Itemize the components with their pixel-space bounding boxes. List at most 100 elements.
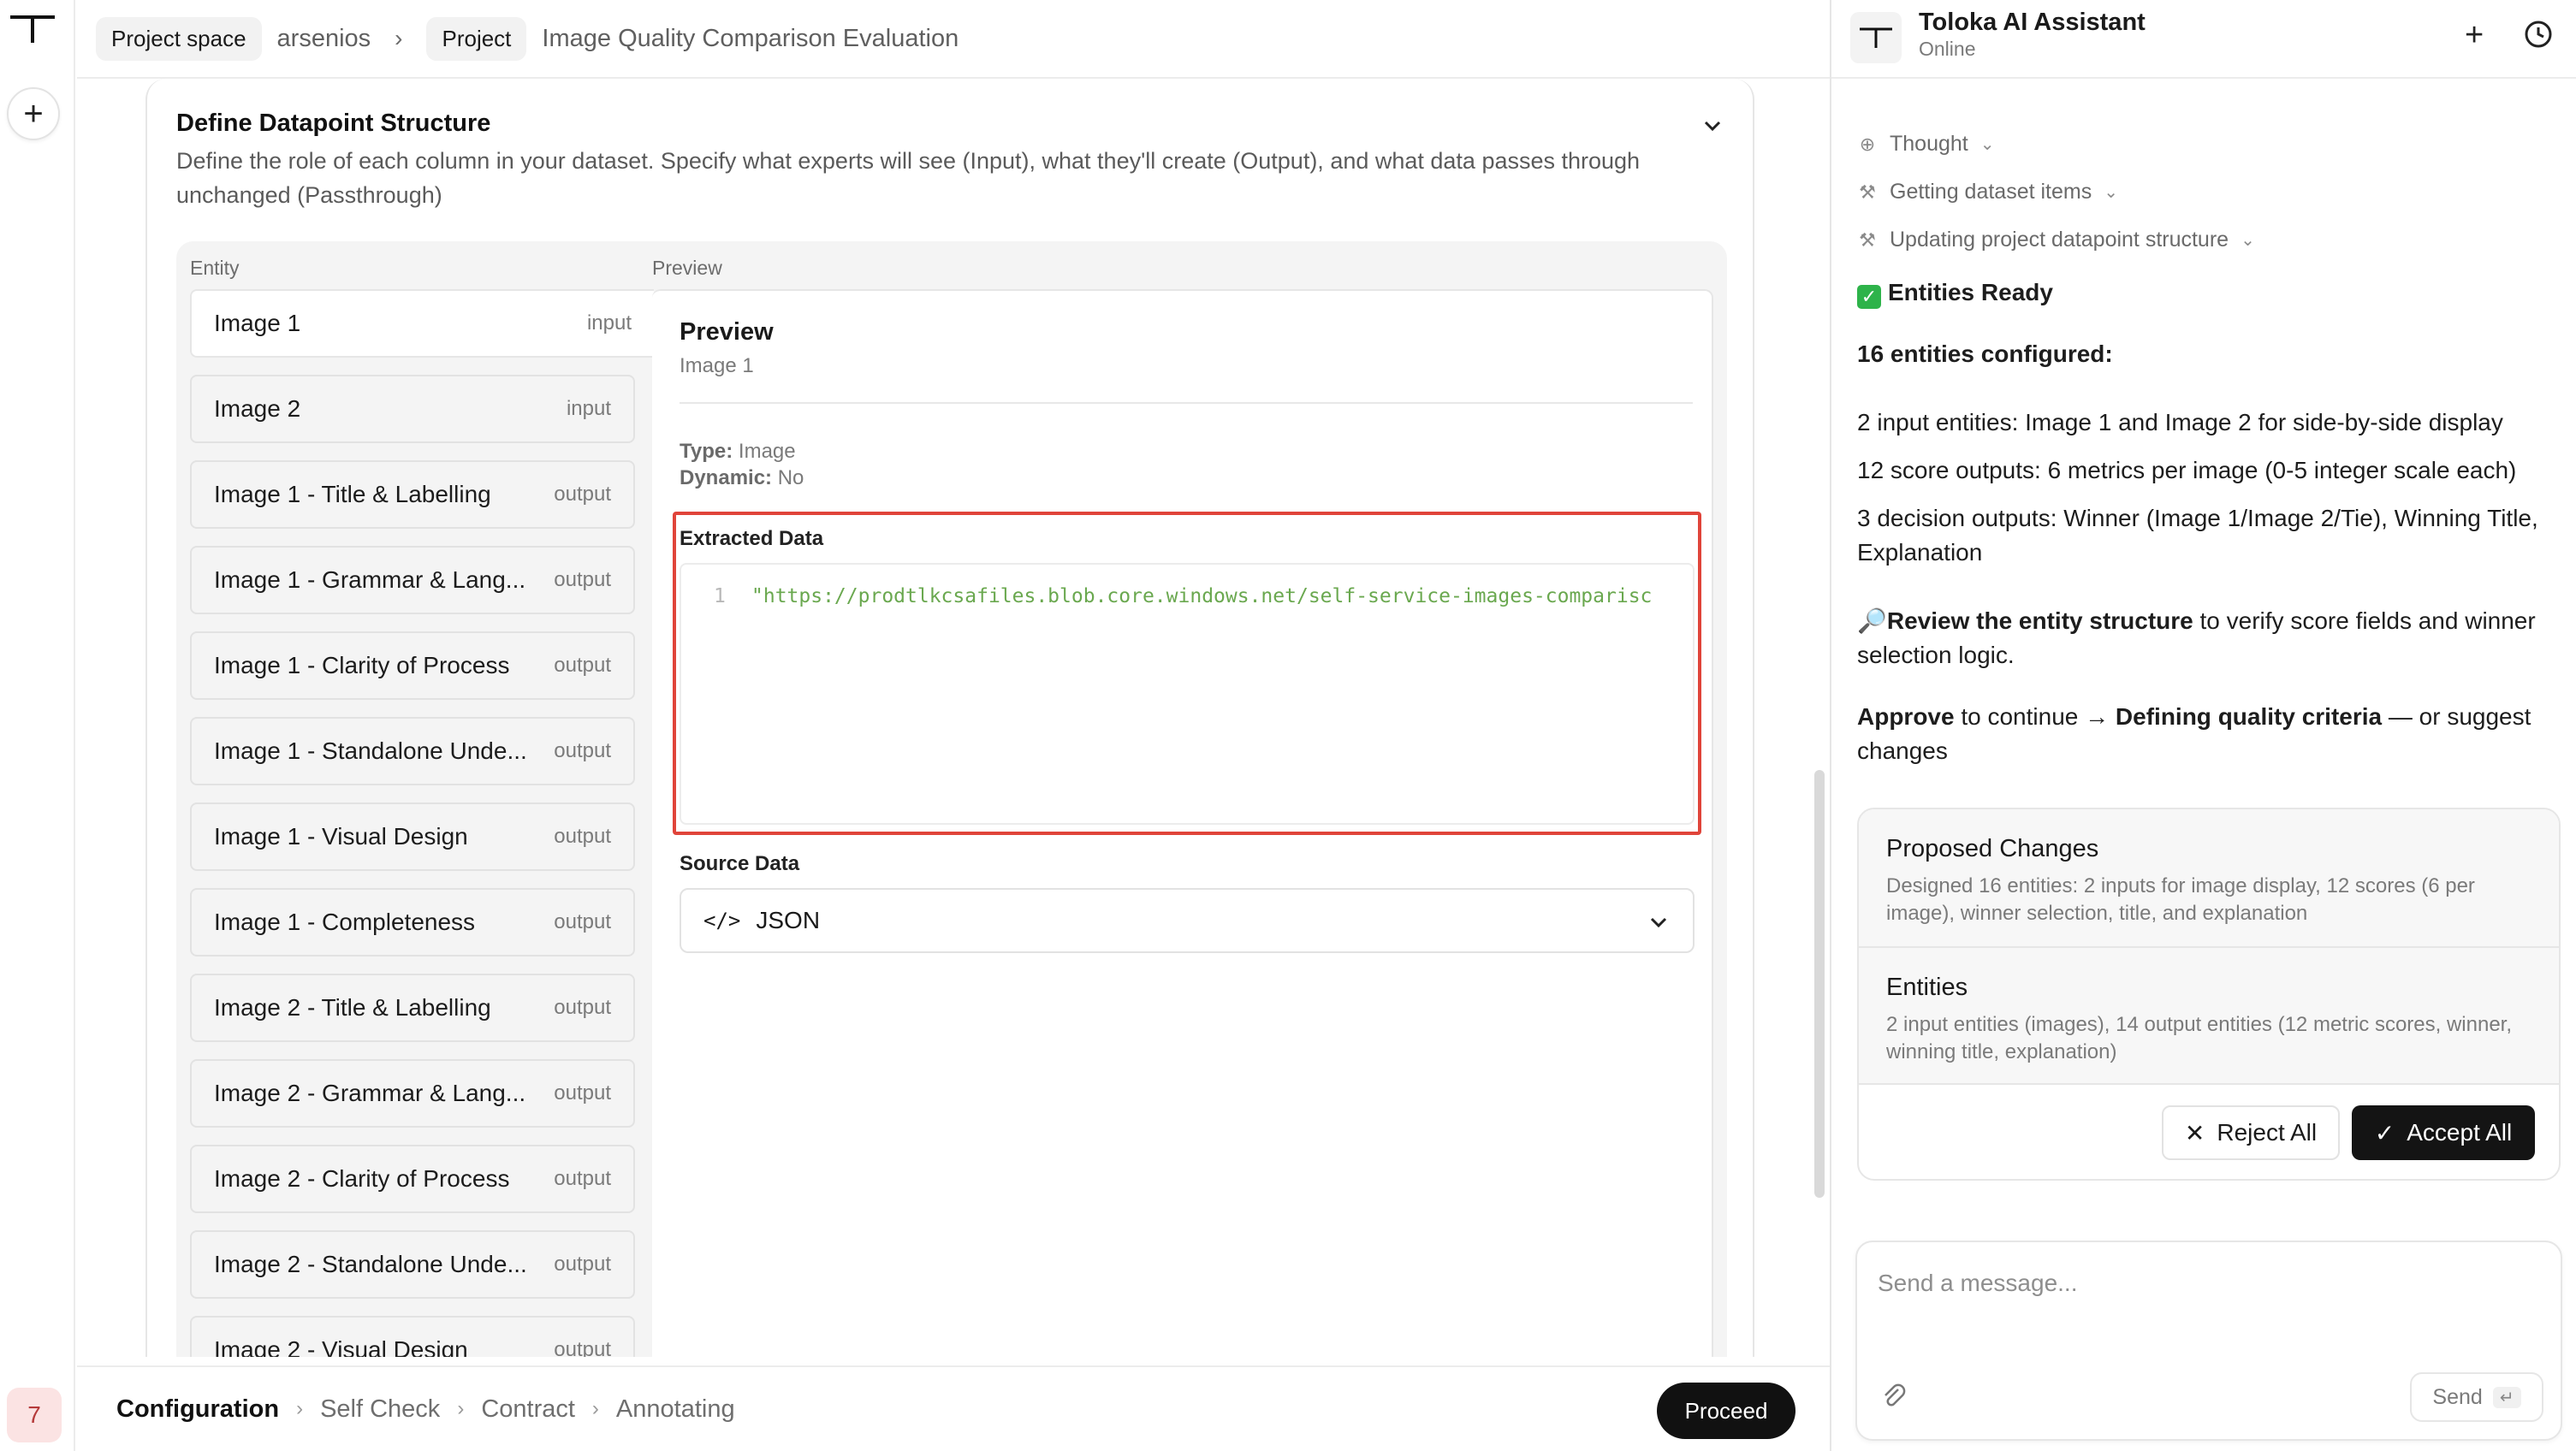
main-content: Define Datapoint Structure Define the ro… — [77, 79, 1830, 1357]
close-icon: ✕ — [2184, 1119, 2205, 1146]
entity-name: Image 1 - Grammar & Lang... — [214, 566, 526, 593]
entities-ready-heading: ✓ Entities Ready — [1857, 275, 2559, 310]
entity-meta: Type: Image Dynamic: No — [680, 440, 804, 489]
entity-role: output — [554, 739, 611, 762]
entities-section: Entities 2 input entities (images), 14 o… — [1859, 948, 2559, 1085]
enter-key-icon: ↵ — [2492, 1386, 2521, 1408]
new-project-button[interactable]: + — [7, 87, 60, 140]
entity-role: output — [554, 654, 611, 677]
chevron-down-icon: ⌄ — [2241, 231, 2255, 250]
entity-name: Image 2 - Clarity of Process — [214, 1165, 510, 1192]
code-value: "https://prodtlkcsafiles.blob.core.windo… — [751, 585, 1653, 607]
source-data-select[interactable]: </> JSON — [680, 888, 1695, 953]
entity-role: output — [554, 825, 611, 848]
left-rail: + 7 — [0, 0, 75, 1451]
step-configuration[interactable]: Configuration — [116, 1395, 279, 1424]
entity-role: output — [554, 1253, 611, 1276]
entity-name: Image 2 - Standalone Unde... — [214, 1251, 527, 1277]
entity-role: output — [554, 1338, 611, 1357]
entity-name: Image 2 - Grammar & Lang... — [214, 1080, 526, 1106]
reject-all-button[interactable]: ✕ Reject All — [2162, 1105, 2340, 1160]
user-avatar[interactable]: 7 — [7, 1388, 62, 1442]
step-annotating[interactable]: Annotating — [616, 1395, 735, 1424]
entity-name: Image 1 - Completeness — [214, 909, 476, 935]
breadcrumb: Project space arsenios › Project Image Q… — [77, 0, 1830, 79]
extracted-data-code[interactable]: 1 "https://prodtlkcsafiles.blob.core.win… — [680, 563, 1695, 825]
code-icon: </> — [703, 909, 741, 933]
entities-section-body: 2 input entities (images), 14 output ent… — [1886, 1013, 2513, 1063]
new-chat-plus-icon[interactable]: + — [2465, 17, 2484, 54]
assistant-logo-icon — [1850, 12, 1902, 63]
step-contract[interactable]: Contract — [481, 1395, 575, 1424]
entity-row[interactable]: Image 1 - Grammar & Lang... output — [190, 546, 635, 614]
history-clock-icon[interactable] — [2523, 19, 2554, 50]
preview-column-header: Preview — [652, 257, 722, 279]
breadcrumb-project-space[interactable]: Project space — [96, 16, 262, 61]
extracted-data-label: Extracted Data — [680, 527, 824, 550]
entity-name: Image 1 — [214, 310, 301, 336]
magnifier-icon: 🔎 — [1857, 607, 1887, 634]
send-button[interactable]: Send ↵ — [2410, 1372, 2543, 1422]
entity-row[interactable]: Image 1 input — [190, 289, 654, 358]
entity-row[interactable]: Image 2 input — [190, 375, 635, 443]
entity-name: Image 2 - Title & Labelling — [214, 994, 491, 1021]
card-description: Define the role of each column in your d… — [176, 148, 1641, 208]
message-input[interactable]: Send a message... — [1878, 1270, 2077, 1297]
type-value: Image — [738, 440, 796, 463]
proceed-button[interactable]: Proceed — [1657, 1383, 1795, 1439]
entity-row[interactable]: Image 1 - Standalone Unde... output — [190, 717, 635, 785]
code-line-number: 1 — [714, 585, 726, 607]
tool-step-thought[interactable]: ⊕ Thought ⌄ — [1857, 132, 1995, 157]
entity-row[interactable]: Image 2 - Grammar & Lang... output — [190, 1059, 635, 1128]
entity-row[interactable]: Image 2 - Visual Design output — [190, 1316, 635, 1357]
project-name: Image Quality Comparison Evaluation — [542, 24, 959, 52]
tool-step-dataset[interactable]: ⚒ Getting dataset items ⌄ — [1857, 180, 2118, 204]
assistant-panel: Toloka AI Assistant Online + ⊕ Thought ⌄… — [1830, 0, 2576, 1451]
entity-role: output — [554, 1081, 611, 1105]
divider — [680, 402, 1693, 404]
message-line-inputs: 2 input entities: Image 1 and Image 2 fo… — [1857, 409, 2503, 435]
tool-step-structure[interactable]: ⚒ Updating project datapoint structure ⌄ — [1857, 228, 2255, 252]
breadcrumb-workspace[interactable]: arsenios — [277, 25, 371, 53]
chevron-down-icon[interactable] — [1700, 113, 1725, 139]
entity-name: Image 1 - Visual Design — [214, 823, 468, 850]
message-line-scores: 12 score outputs: 6 metrics per image (0… — [1857, 457, 2517, 483]
entity-row[interactable]: Image 1 - Clarity of Process output — [190, 631, 635, 700]
message-composer[interactable]: Send a message... Send ↵ — [1855, 1241, 2562, 1441]
entity-row[interactable]: Image 1 - Completeness output — [190, 888, 635, 956]
attach-paperclip-icon[interactable] — [1881, 1383, 1907, 1412]
assistant-header: Toloka AI Assistant Online + — [1831, 0, 2576, 79]
chevron-down-icon — [1650, 917, 1667, 928]
proposed-changes-card: Proposed Changes Designed 16 entities: 2… — [1857, 808, 2561, 1181]
scrollbar[interactable] — [1814, 770, 1825, 1198]
card-title: Define Datapoint Structure — [176, 110, 491, 137]
entity-row[interactable]: Image 1 - Visual Design output — [190, 802, 635, 871]
entity-row[interactable]: Image 1 - Title & Labelling output — [190, 460, 635, 529]
source-data-label: Source Data — [680, 852, 800, 875]
wrench-icon: ⚒ — [1859, 228, 1876, 251]
assistant-name: Toloka AI Assistant — [1919, 9, 2146, 36]
entities-configured-heading: 16 entities configured: — [1857, 341, 2113, 367]
preview-pane: Preview Image 1 Type: Image Dynamic: No … — [652, 289, 1713, 1357]
entity-row[interactable]: Image 2 - Title & Labelling output — [190, 974, 635, 1042]
entity-name: Image 2 — [214, 395, 301, 422]
check-icon: ✓ — [2374, 1119, 2395, 1146]
entity-preview-panel: Entity Preview Image 1 input Image 2 input I… — [176, 241, 1727, 1357]
chevron-right-icon: › — [395, 25, 403, 51]
message-line-decision: 3 decision outputs: Winner (Image 1/Imag… — [1857, 505, 2538, 566]
entity-row[interactable]: Image 2 - Standalone Unde... output — [190, 1230, 635, 1299]
step-self-check[interactable]: Self Check — [320, 1395, 440, 1424]
entity-column-header: Entity — [190, 257, 240, 279]
entity-role: output — [554, 568, 611, 591]
accept-all-button[interactable]: ✓ Accept All — [2352, 1105, 2535, 1160]
breadcrumb-project[interactable]: Project — [426, 16, 527, 61]
proposed-changes-body: Designed 16 entities: 2 inputs for image… — [1886, 874, 2475, 925]
chevron-right-icon: › — [457, 1397, 465, 1420]
toloka-logo-icon[interactable] — [7, 12, 58, 46]
check-mark-icon: ✓ — [1857, 285, 1881, 309]
entity-role: input — [566, 397, 611, 420]
entity-name: Image 1 - Title & Labelling — [214, 481, 491, 507]
entity-name: Image 1 - Standalone Unde... — [214, 737, 527, 764]
entity-name: Image 1 - Clarity of Process — [214, 652, 510, 678]
entity-row[interactable]: Image 2 - Clarity of Process output — [190, 1145, 635, 1213]
